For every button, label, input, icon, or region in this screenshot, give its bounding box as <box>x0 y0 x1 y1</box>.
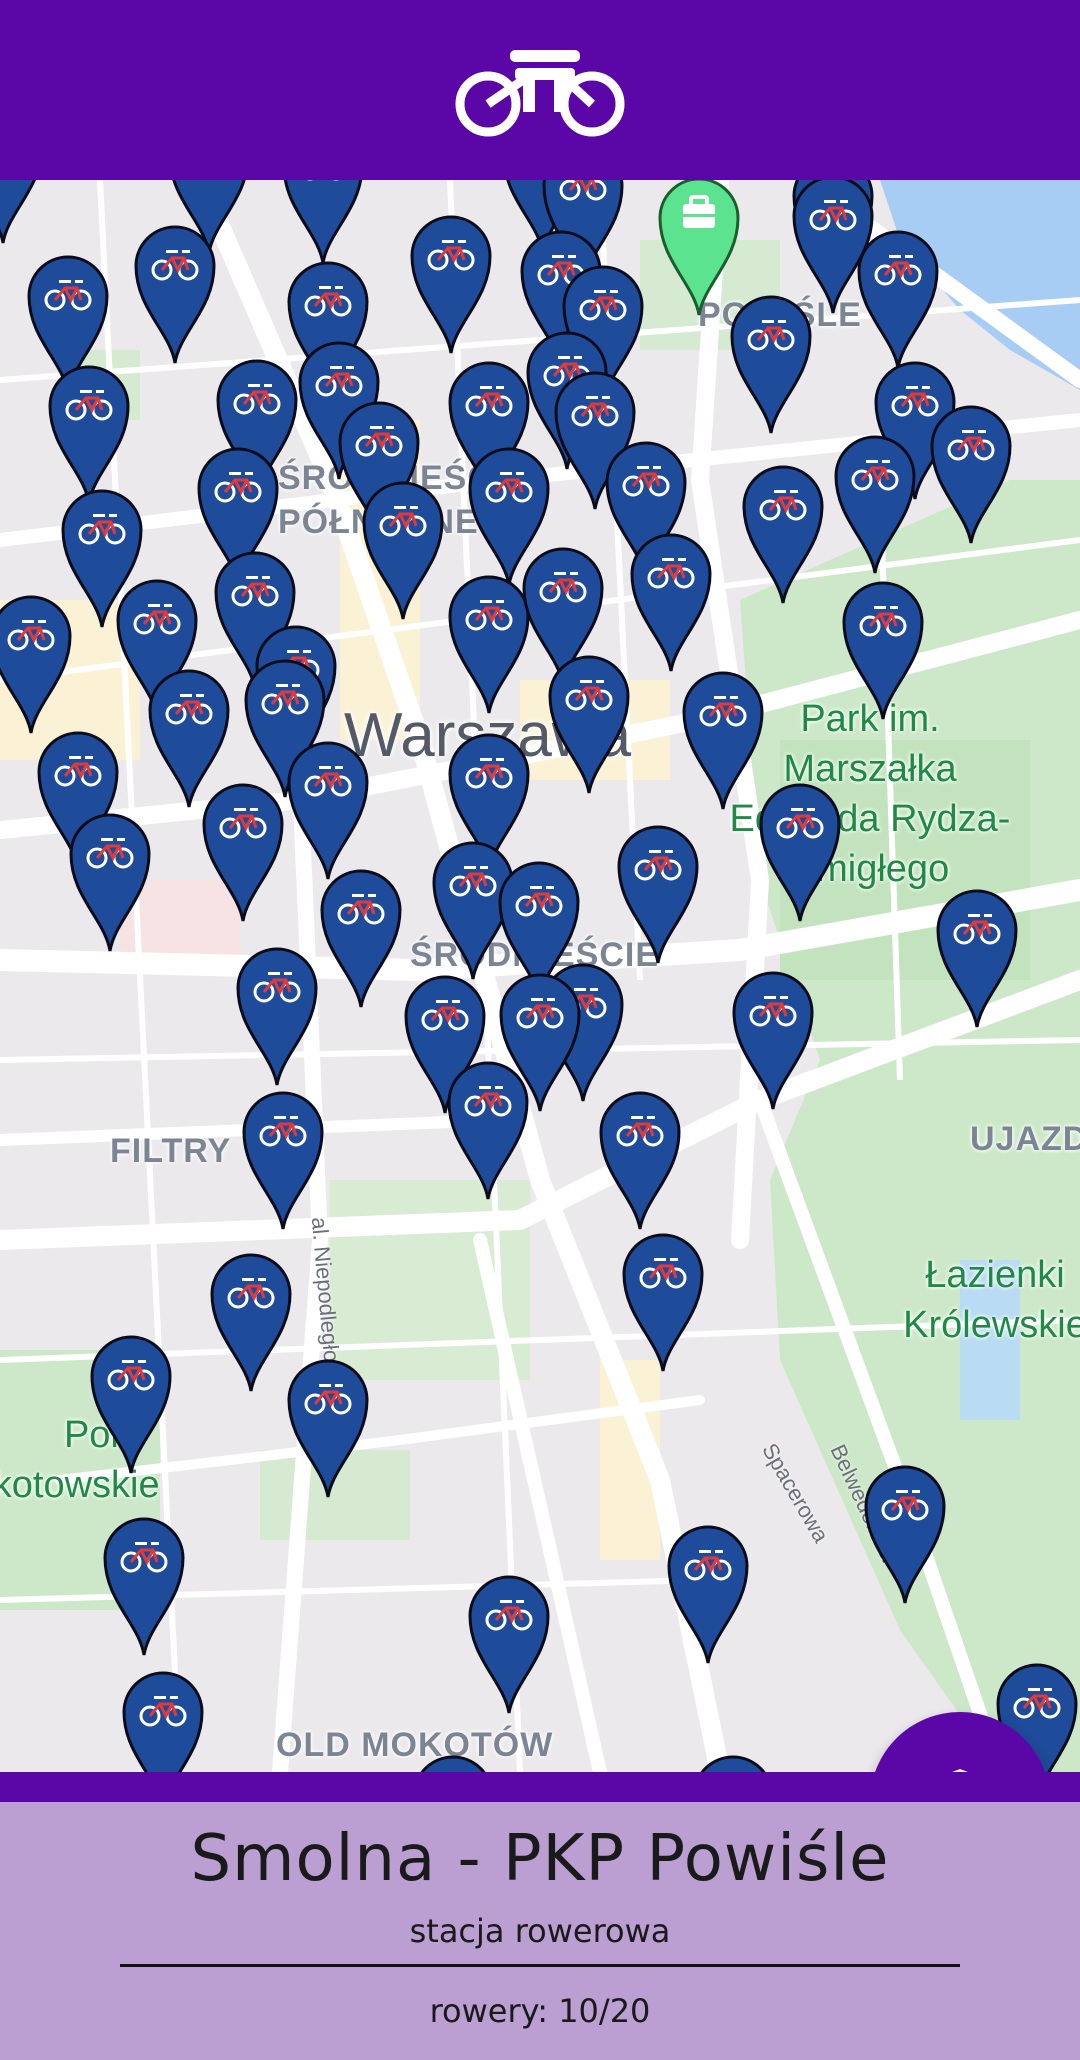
station-pin[interactable] <box>410 1750 496 1772</box>
bike-station-pin-icon <box>236 947 318 1086</box>
bike-station-pin-icon <box>287 741 369 880</box>
station-pin[interactable] <box>928 400 1014 546</box>
bike-station-pin-icon <box>548 655 630 794</box>
station-pin[interactable] <box>466 1570 552 1716</box>
station-pin[interactable] <box>101 1512 187 1658</box>
bike-station-pin-icon <box>599 1091 681 1230</box>
app-header <box>0 0 1080 180</box>
bike-station-pin-icon <box>242 1091 324 1230</box>
station-pin[interactable] <box>240 1086 326 1232</box>
bike-station-pin-icon <box>667 1525 749 1664</box>
bike-station-pin-icon <box>700 1755 766 1772</box>
bike-station-pin-icon <box>122 1671 204 1772</box>
bike-station-pin-icon <box>90 1335 172 1474</box>
map-view[interactable]: POWIŚLE ŚRÓDMIEŚCIE PÓŁNOCNE FILTRY ŚRÓD… <box>0 180 1080 1772</box>
station-pin[interactable] <box>546 650 632 796</box>
station-pin[interactable] <box>208 1248 294 1394</box>
bike-station-pin-icon <box>0 180 36 244</box>
station-pin[interactable] <box>408 210 494 356</box>
bike-station-pin-icon <box>864 1465 946 1604</box>
station-pin[interactable] <box>0 180 46 246</box>
bike-station-pin-icon <box>283 180 363 264</box>
station-pin[interactable] <box>615 820 701 966</box>
bike-station-pin-icon <box>287 1359 369 1498</box>
station-pin[interactable] <box>832 430 918 576</box>
bike-station-pin-icon <box>930 405 1012 544</box>
station-pin[interactable] <box>597 1086 683 1232</box>
station-pin[interactable] <box>132 220 218 366</box>
station-pin[interactable] <box>757 778 843 924</box>
station-pin[interactable] <box>690 1750 776 1772</box>
bike-station-pin-icon <box>759 783 841 922</box>
station-pin[interactable] <box>280 180 366 266</box>
bike-station-pin-icon <box>210 1253 292 1392</box>
bike-station-pin-icon <box>420 1755 486 1772</box>
district-label-filtry: FILTRY <box>110 1132 232 1170</box>
station-pin[interactable] <box>445 1056 531 1202</box>
station-pin[interactable] <box>88 1330 174 1476</box>
bike-station-pin-icon <box>732 971 814 1110</box>
station-pin[interactable] <box>285 1354 371 1500</box>
bike-station-pin-icon <box>202 783 284 922</box>
bike-station-pin-icon <box>617 825 699 964</box>
bike-station-pin-icon <box>103 1517 185 1656</box>
bike-station-pin-icon <box>468 1575 550 1714</box>
bike-station-pin-icon <box>134 225 216 364</box>
station-pin[interactable] <box>318 864 404 1010</box>
station-pin[interactable] <box>665 1520 751 1666</box>
station-name: Smolna - PKP Powiśle <box>190 1822 890 1896</box>
bike-station-pin-icon <box>742 465 824 604</box>
bike-count: rowery: 10/20 <box>429 1992 651 2030</box>
selected-station-pin[interactable] <box>656 180 742 318</box>
bike-station-pin-icon <box>320 869 402 1008</box>
station-pin[interactable] <box>934 884 1020 1030</box>
bike-station-pin-icon <box>936 889 1018 1028</box>
park-label-lazienki: Łazienki Królewskie <box>903 1254 1080 1346</box>
station-pin[interactable] <box>120 1666 206 1772</box>
briefcase-pin-icon <box>658 180 740 316</box>
station-pin[interactable] <box>855 225 941 371</box>
station-pin[interactable] <box>360 476 446 622</box>
bike-station-pin-icon <box>682 671 764 810</box>
bike-station-pin-icon <box>447 1061 529 1200</box>
district-label-ujazdow: UJAZDÓW <box>970 1120 1080 1158</box>
station-pin[interactable] <box>730 966 816 1112</box>
bike-station-pin-icon <box>857 230 939 369</box>
station-pin[interactable] <box>285 736 371 882</box>
bike-station-pin-icon <box>622 1233 704 1372</box>
station-pin[interactable] <box>0 590 74 736</box>
station-info-panel[interactable]: Smolna - PKP Powiśle stacja rowerowa row… <box>0 1802 1080 2060</box>
panel-divider <box>120 1964 960 1967</box>
station-pin[interactable] <box>740 460 826 606</box>
station-pin[interactable] <box>200 778 286 924</box>
bike-station-pin-icon <box>410 215 492 354</box>
bike-station-pin-icon <box>842 581 924 720</box>
station-pin[interactable] <box>234 942 320 1088</box>
station-pin[interactable] <box>67 808 153 954</box>
panel-top-strip <box>0 1772 1080 1802</box>
station-pin[interactable] <box>840 576 926 722</box>
station-pin[interactable] <box>620 1228 706 1374</box>
bike-station-pin-icon <box>630 533 712 672</box>
bike-station-pin-icon <box>834 435 916 574</box>
station-pin[interactable] <box>680 666 766 812</box>
bicycle-icon <box>455 50 625 137</box>
station-pin[interactable] <box>628 528 714 674</box>
bike-station-pin-icon <box>69 813 151 952</box>
bike-station-pin-icon <box>362 481 444 620</box>
station-pin[interactable] <box>862 1460 948 1606</box>
station-type: stacja rowerowa <box>409 1912 671 1950</box>
bike-station-pin-icon <box>0 595 72 734</box>
